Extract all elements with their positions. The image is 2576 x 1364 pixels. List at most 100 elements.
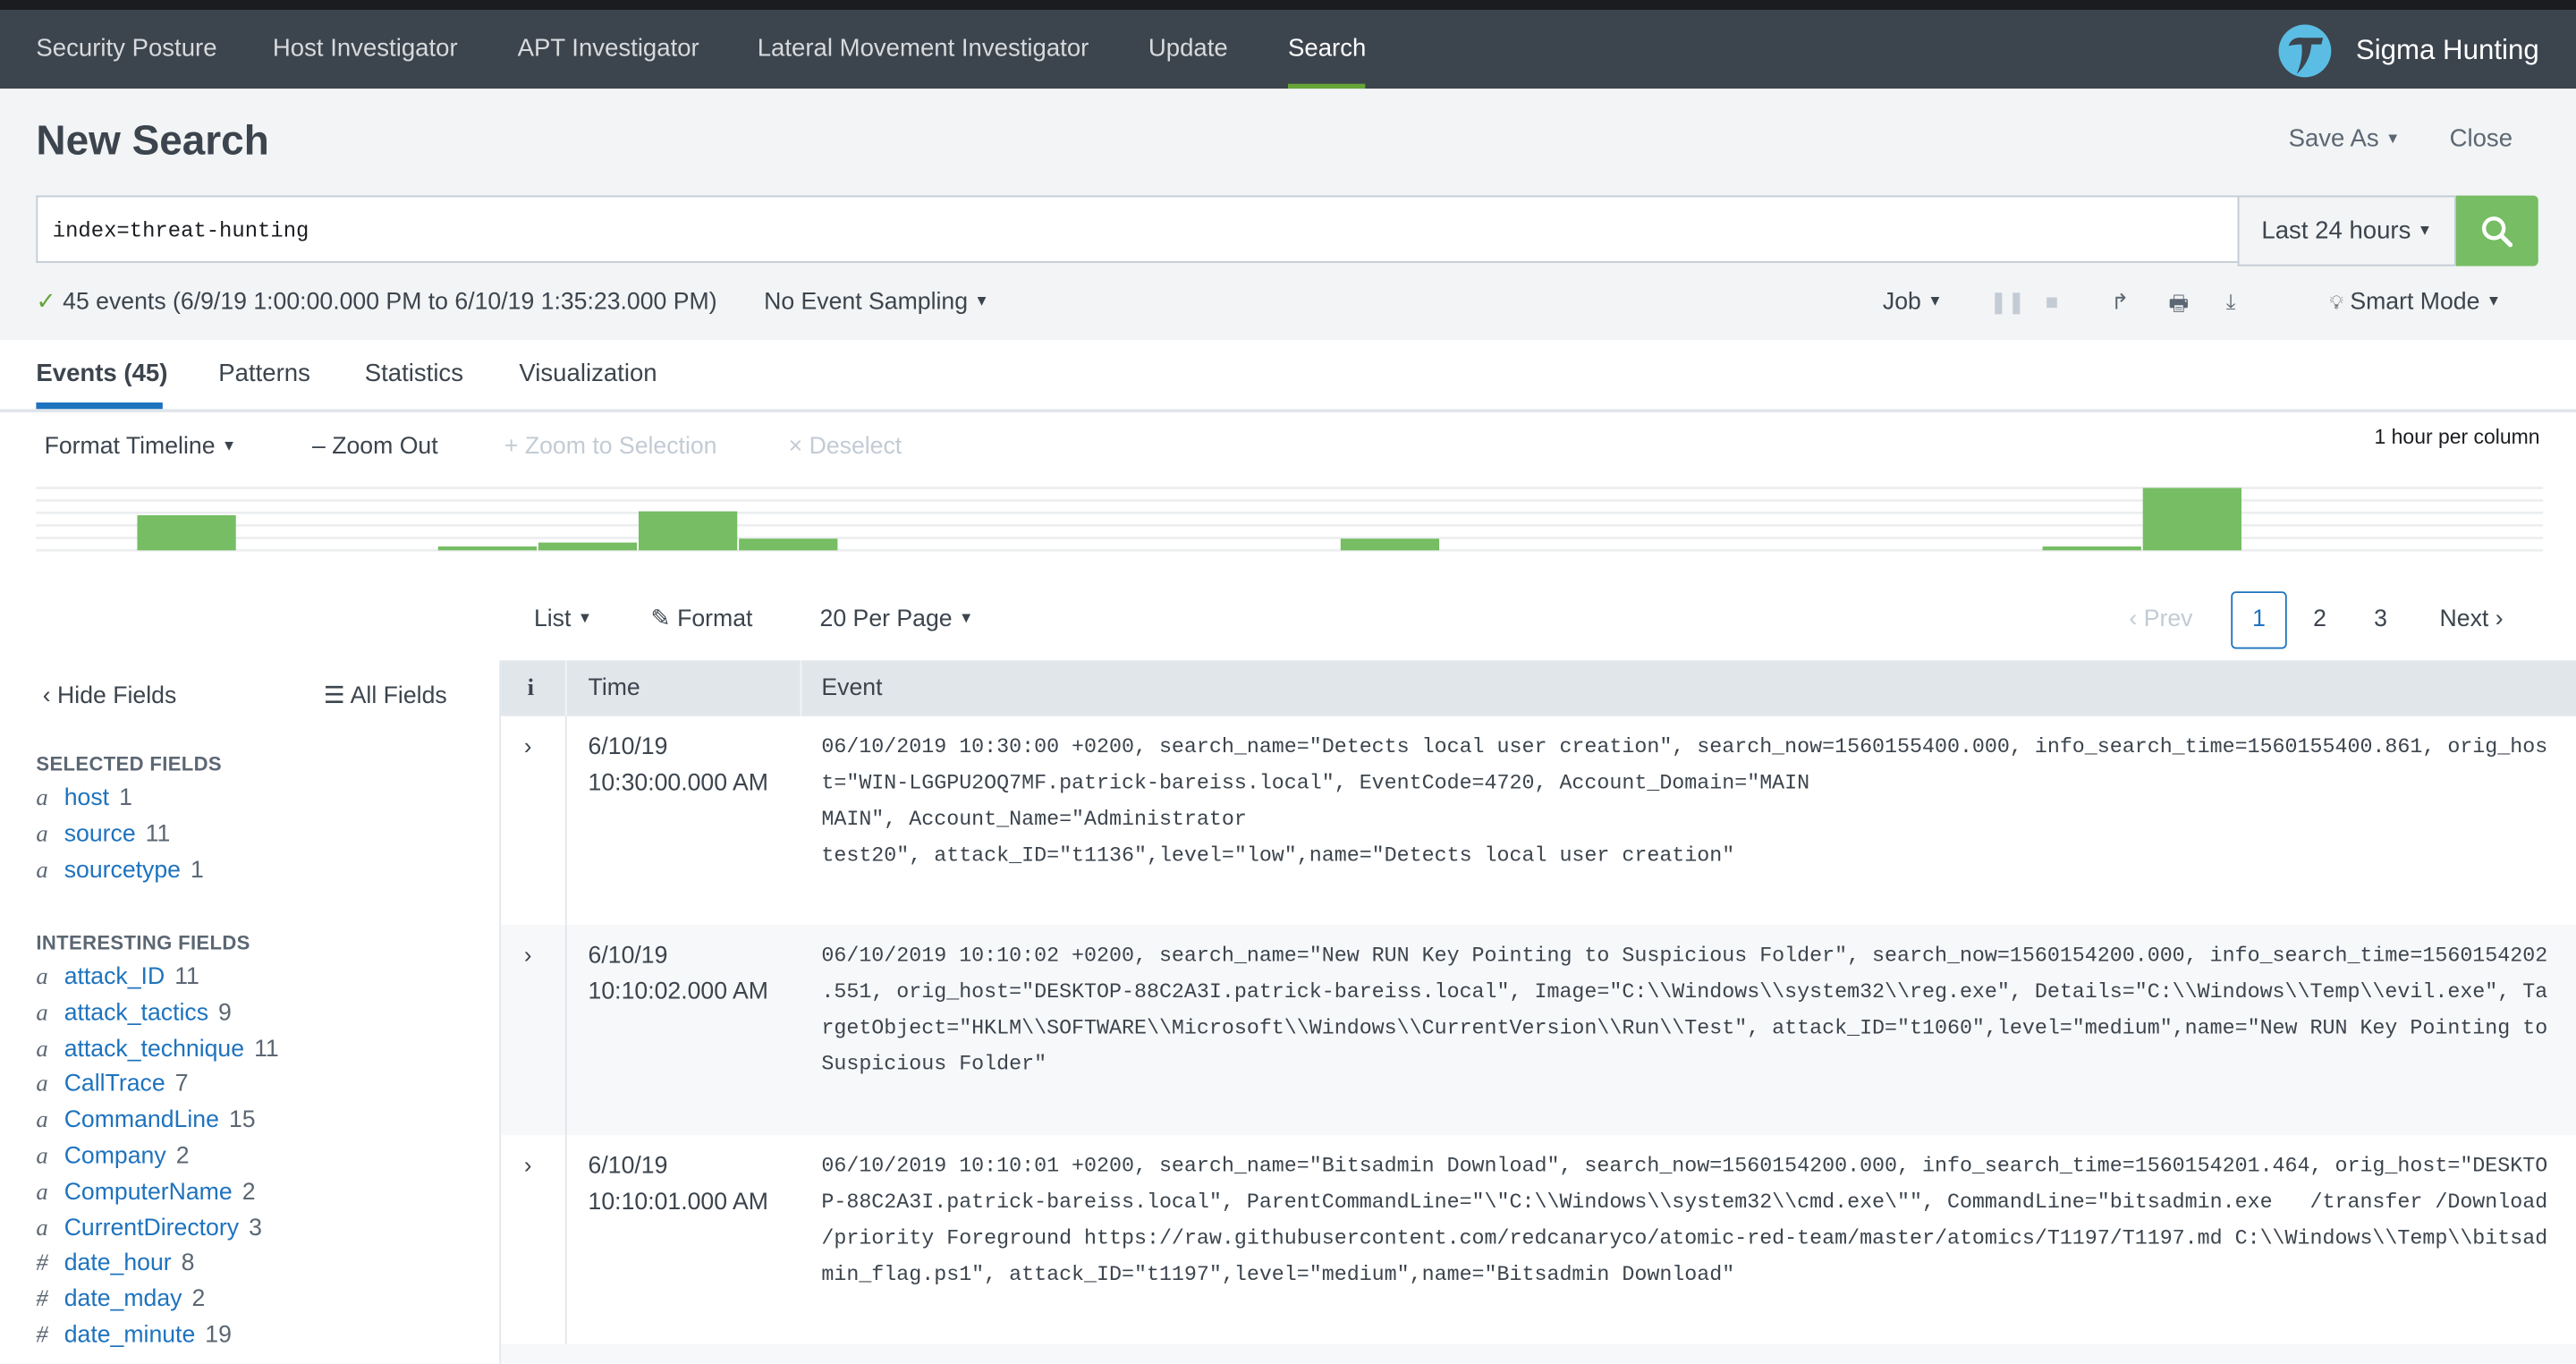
next-label: Next <box>2439 606 2489 633</box>
field-name: Company <box>64 1143 166 1170</box>
search-input[interactable]: index=threat-hunting <box>36 195 2238 263</box>
save-as-button[interactable]: Save As ▼ <box>2289 125 2401 153</box>
zoom-to-selection-button[interactable]: + Zoom to Selection <box>504 434 717 460</box>
field-name: CommandLine <box>64 1107 219 1134</box>
page-2-button[interactable]: 2 <box>2313 606 2326 632</box>
nav-apt-investigator[interactable]: APT Investigator <box>518 35 699 63</box>
string-type-icon: a <box>36 1143 48 1170</box>
export-icon[interactable]: ⤓ <box>2226 289 2236 315</box>
deselect-button[interactable]: × Deselect <box>789 434 902 460</box>
field-name: CallTrace <box>64 1072 165 1098</box>
tab-statistics[interactable]: Statistics <box>365 360 463 387</box>
field-calltrace[interactable]: a CallTrace 7 <box>36 1072 188 1099</box>
zoom-selection-label: Zoom to Selection <box>524 433 717 461</box>
nav-security-posture[interactable]: Security Posture <box>36 35 216 63</box>
field-count: 11 <box>174 964 199 991</box>
tab-events[interactable]: Events (45) <box>36 360 167 387</box>
event-date: 6/10/19 <box>588 1153 668 1180</box>
timeline-bar-6-10-10am[interactable] <box>2142 487 2242 551</box>
timeline-bar-6-10-2am[interactable] <box>1340 538 1440 551</box>
nav-search[interactable]: Search <box>1288 35 1366 63</box>
field-commandline[interactable]: a CommandLine 15 <box>36 1107 255 1135</box>
event-raw-line: 06/10/2019 10:10:01 +0200, search_name="… <box>821 1153 2548 1178</box>
event-time[interactable]: 6/10/19 10:10:02.000 AM <box>589 938 768 1011</box>
field-computername[interactable]: a ComputerName 2 <box>36 1179 255 1207</box>
tab-visualization[interactable]: Visualization <box>519 360 657 387</box>
chevron-right-icon: › <box>2495 606 2504 633</box>
numeric-type-icon: # <box>36 1250 48 1277</box>
event-date: 6/10/19 <box>588 734 668 761</box>
field-date-hour[interactable]: # date_hour 8 <box>36 1250 194 1278</box>
per-page-dropdown[interactable]: 20 Per Page ▼ <box>820 606 974 632</box>
field-sourcetype[interactable]: a sourcetype 1 <box>36 857 203 885</box>
tab-patterns[interactable]: Patterns <box>218 360 310 387</box>
timeline-bar-6-9-7pm[interactable] <box>639 511 738 551</box>
expand-event-chevron-icon[interactable]: › <box>524 733 532 758</box>
hide-fields-label: Hide Fields <box>57 683 177 710</box>
search-submit-button[interactable] <box>2455 195 2538 267</box>
time-column-header[interactable]: Time <box>589 675 640 701</box>
event-raw-line: test20", attack_ID="t1136",level="low",n… <box>821 843 1735 868</box>
event-raw-line: .551, orig_host="DESKTOP-88C2A3I.patrick… <box>821 979 2548 1004</box>
timeline-bar-6-9-5pm[interactable] <box>437 546 538 551</box>
timeline-bar-6-9-2pm[interactable] <box>137 515 236 551</box>
hide-fields-button[interactable]: ‹ Hide Fields <box>43 683 177 709</box>
field-count: 8 <box>181 1250 195 1277</box>
selected-fields-heading: SELECTED FIELDS <box>36 752 222 775</box>
expand-event-chevron-icon[interactable]: › <box>524 941 532 967</box>
timeline-bar-6-9-6pm[interactable] <box>538 542 638 551</box>
field-count: 11 <box>254 1036 279 1063</box>
format-button[interactable]: ✎ Format <box>650 606 752 632</box>
event-raw-line: Suspicious Folder" <box>821 1051 1047 1077</box>
string-type-icon: a <box>36 1107 48 1134</box>
expand-event-chevron-icon[interactable]: › <box>524 1152 532 1178</box>
close-button[interactable]: Close <box>2450 125 2512 153</box>
timeline-bar-6-10-9am[interactable] <box>2042 546 2141 551</box>
share-icon[interactable]: ↱ <box>2111 289 2129 315</box>
prev-page-button[interactable]: ‹ Prev <box>2129 606 2192 632</box>
pause-icon[interactable]: ❚❚ <box>1989 289 2025 315</box>
page-3-button[interactable]: 3 <box>2374 606 2387 632</box>
field-currentdirectory[interactable]: a CurrentDirectory 3 <box>36 1215 261 1242</box>
timeline-chart[interactable] <box>36 483 2544 555</box>
nav-host-investigator[interactable]: Host Investigator <box>273 35 458 63</box>
field-company[interactable]: a Company 2 <box>36 1143 189 1171</box>
event-row: › 6/10/19 10:10:02.000 AM 06/10/2019 10:1… <box>501 925 2576 1199</box>
event-sampling-dropdown[interactable]: No Event Sampling ▼ <box>764 289 989 315</box>
prev-label: Prev <box>2143 606 2193 633</box>
field-attack-id[interactable]: a attack_ID 11 <box>36 964 199 992</box>
search-mode-dropdown[interactable]: 💡︎ Smart Mode ▼ <box>2329 289 2501 315</box>
field-date-mday[interactable]: # date_mday 2 <box>36 1287 205 1315</box>
app-brand[interactable]: Sigma Hunting <box>2277 23 2539 79</box>
field-name: date_minute <box>64 1322 196 1349</box>
field-count: 1 <box>191 857 204 884</box>
field-date-minute[interactable]: # date_minute 19 <box>36 1323 232 1351</box>
events-table-header: i Time Event <box>501 660 2576 716</box>
format-timeline-dropdown[interactable]: Format Timeline ▼ <box>45 434 237 460</box>
print-icon[interactable]: 🖶 <box>2168 289 2189 325</box>
all-fields-button[interactable]: ☰ All Fields <box>324 683 447 709</box>
list-view-dropdown[interactable]: List ▼ <box>534 606 592 632</box>
field-host[interactable]: a host 1 <box>36 785 132 813</box>
event-summary: 45 events (6/9/19 1:00:00.000 PM to 6/10… <box>63 289 717 316</box>
caret-down-icon: ▼ <box>1928 292 1943 309</box>
stop-icon[interactable]: ■ <box>2046 289 2058 314</box>
field-source[interactable]: a source 11 <box>36 821 170 849</box>
event-time[interactable]: 6/10/19 10:10:01.000 AM <box>589 1148 768 1221</box>
next-page-button[interactable]: Next › <box>2440 606 2504 632</box>
field-attack-tactics[interactable]: a attack_tactics 9 <box>36 1000 231 1028</box>
nav-lateral-movement-investigator[interactable]: Lateral Movement Investigator <box>758 35 1089 63</box>
page-1-button[interactable]: 1 <box>2231 591 2287 649</box>
chevron-left-icon: ‹ <box>2129 606 2138 633</box>
zoom-out-button[interactable]: – Zoom Out <box>312 434 438 460</box>
nav-update[interactable]: Update <box>1148 35 1228 63</box>
field-count: 9 <box>218 1000 232 1027</box>
event-row: › 6/10/19 10:30:00.000 AM 06/10/2019 10:3… <box>501 716 2576 991</box>
string-type-icon: a <box>36 820 48 848</box>
event-time[interactable]: 6/10/19 10:30:00.000 AM <box>589 730 768 802</box>
event-raw-line: /priority Foreground https://raw.githubu… <box>821 1225 2548 1250</box>
field-attack-technique[interactable]: a attack_technique 11 <box>36 1036 278 1063</box>
time-range-picker[interactable]: Last 24 hours ▼ <box>2237 195 2456 267</box>
job-menu[interactable]: Job ▼ <box>1883 289 1943 315</box>
timeline-bar-6-9-8pm[interactable] <box>739 538 838 551</box>
